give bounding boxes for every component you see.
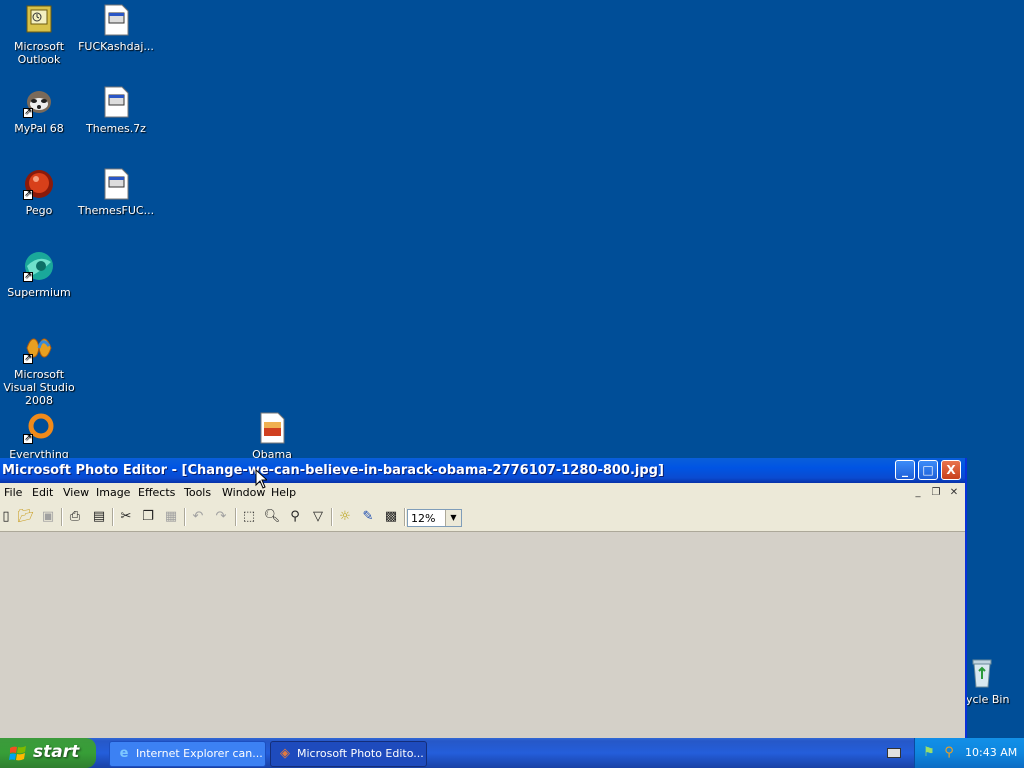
select-icon[interactable]: ⬚ <box>239 508 259 526</box>
pego-icon <box>23 168 55 201</box>
zoom-select[interactable]: 12% ▼ <box>407 509 462 527</box>
photo-editor-window: Microsoft Photo Editor - [Change-we-can-… <box>0 458 967 738</box>
print-icon[interactable]: ⎙ <box>65 508 85 526</box>
system-tray: ⚑ ⚲ 10:43 AM <box>914 738 1024 768</box>
menu-view[interactable]: View <box>63 486 89 499</box>
desktop-icon-supermium[interactable]: Supermium <box>0 250 78 299</box>
taskbar-item-photo-editor[interactable]: ◈ Microsoft Photo Edito... <box>270 741 427 767</box>
recycle-bin-icon <box>966 657 998 689</box>
menu-effects[interactable]: Effects <box>138 486 175 499</box>
menu-file[interactable]: File <box>4 486 22 499</box>
desktop-icon-pego[interactable]: Pego <box>0 168 78 217</box>
open-folder-icon[interactable]: 📂︎ <box>16 508 36 526</box>
smudge-icon[interactable]: ⚲ <box>285 508 305 526</box>
save-icon[interactable]: ▣ <box>38 508 58 526</box>
menu-edit[interactable]: Edit <box>32 486 53 499</box>
chevron-down-icon[interactable]: ▼ <box>445 510 461 526</box>
maximize-button[interactable]: □ <box>918 460 938 480</box>
zoom-icon[interactable]: 🔍︎ <box>262 508 282 526</box>
desktop-icon-mypal[interactable]: MyPal 68 <box>0 86 78 135</box>
desktop-icon-fuckashdaj[interactable]: FUCKashdaj... <box>77 4 155 53</box>
undo-icon[interactable]: ↶ <box>188 508 208 526</box>
shortcut-arrow-icon <box>23 270 33 283</box>
desktop-icon-themesfuc[interactable]: ThemesFUC... <box>77 168 155 217</box>
workspace-area[interactable] <box>0 532 965 738</box>
paste-icon[interactable]: ▦ <box>161 508 181 526</box>
keyboard-icon[interactable] <box>887 748 901 758</box>
supermium-icon <box>23 250 55 283</box>
eyedropper-icon[interactable]: ▽ <box>308 508 328 526</box>
new-icon[interactable]: ▯ <box>0 508 16 526</box>
effects-brush-icon[interactable]: ✎ <box>358 508 378 526</box>
window-titlebar[interactable]: Microsoft Photo Editor - [Change-we-can-… <box>0 458 965 483</box>
menu-image[interactable]: Image <box>96 486 130 499</box>
file-icon <box>100 168 132 200</box>
everything-search-icon <box>23 412 55 445</box>
close-button[interactable]: X <box>941 460 961 480</box>
network-icon[interactable]: ⚑ <box>921 745 937 761</box>
taskbar: start e Internet Explorer can... ◈ Micro… <box>0 738 1024 768</box>
cut-icon[interactable]: ✂ <box>116 508 136 526</box>
window-title: Microsoft Photo Editor - [Change-we-can-… <box>2 463 664 478</box>
zoom-value: 12% <box>411 512 436 525</box>
desktop-icon-visual-studio[interactable]: Microsoft Visual Studio 2008 <box>0 332 78 407</box>
mouse-cursor-icon <box>255 469 267 489</box>
shortcut-arrow-icon <box>23 352 33 365</box>
properties-icon[interactable]: ▩ <box>381 508 401 526</box>
shortcut-arrow-icon <box>23 432 33 445</box>
mdi-restore-button[interactable]: ❐ <box>929 486 943 499</box>
desktop-icon-outlook[interactable]: Microsoft Outlook <box>0 4 78 66</box>
desktop-icon-themes7z[interactable]: Themes.7z <box>77 86 155 135</box>
start-button[interactable]: start <box>0 738 96 768</box>
menu-tools[interactable]: Tools <box>184 486 211 499</box>
shortcut-arrow-icon <box>23 188 33 201</box>
windows-flag-icon <box>9 746 26 761</box>
mdi-close-button[interactable]: ✕ <box>947 486 961 499</box>
image-file-icon <box>256 412 288 444</box>
file-icon <box>100 86 132 118</box>
browser-raccoon-icon <box>23 86 55 119</box>
balance-icon[interactable]: ☼ <box>335 508 355 526</box>
search-icon[interactable]: ⚲ <box>941 745 957 761</box>
clock[interactable]: 10:43 AM <box>965 746 1017 759</box>
minimize-button[interactable]: _ <box>895 460 915 480</box>
ie-icon: e <box>119 746 129 761</box>
visual-studio-icon <box>23 332 55 365</box>
scan-icon[interactable]: ▤ <box>89 508 109 526</box>
copy-icon[interactable]: ❐ <box>138 508 158 526</box>
shortcut-arrow-icon <box>23 106 33 119</box>
toolbar: ▯ 📂︎ ▣ ⎙ ▤ ✂ ❐ ▦ ↶ ↷ ⬚ 🔍︎ ⚲ ▽ ☼ ✎ ▩ <box>0 503 965 532</box>
menu-help[interactable]: Help <box>271 486 296 499</box>
redo-icon[interactable]: ↷ <box>211 508 231 526</box>
photo-editor-icon: ◈ <box>280 746 290 761</box>
file-icon <box>100 4 132 36</box>
desktop-icon-everything[interactable]: Everything <box>0 412 78 458</box>
outlook-icon <box>23 4 55 36</box>
start-label: start <box>33 742 80 762</box>
menu-bar: File Edit View Image Effects Tools Windo… <box>0 483 965 503</box>
taskbar-item-ie[interactable]: e Internet Explorer can... <box>109 741 266 767</box>
desktop-icon-obama[interactable]: Obama <box>233 412 311 458</box>
mdi-minimize-button[interactable]: _ <box>911 486 925 499</box>
